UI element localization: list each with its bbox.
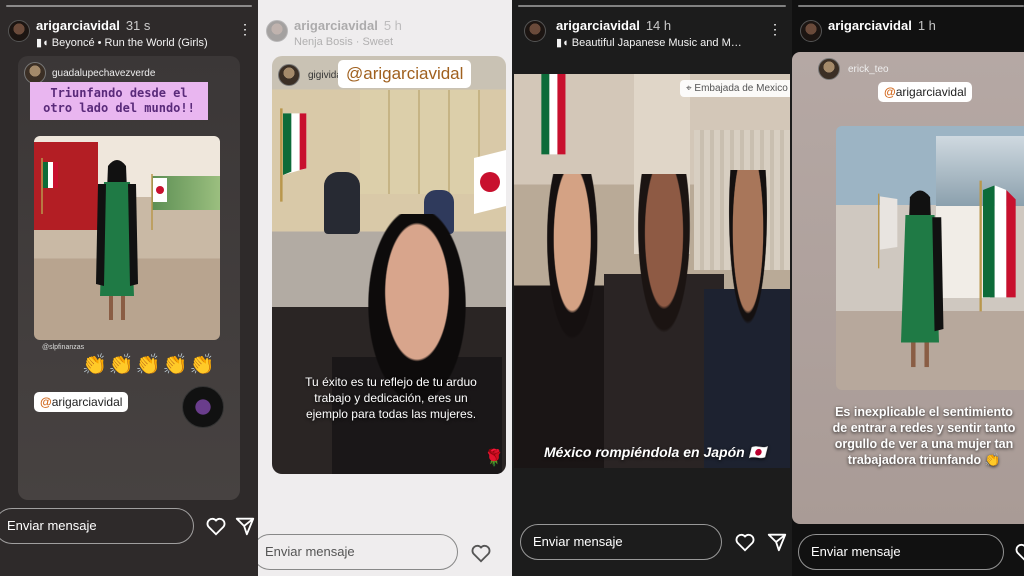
story-panel-4[interactable]: arigarciavidal 1 h erick_teo @arigarciavi… [792, 0, 1024, 576]
heart-icon[interactable] [470, 542, 492, 564]
repost-card: gigividal05 @arigarciavidal Tu éxito es … [272, 56, 506, 474]
person-right [704, 170, 790, 468]
repost-avatar[interactable] [818, 58, 840, 80]
caption-line-4: trabajadora triunfando 👏 [847, 453, 1001, 467]
username[interactable]: arigarciavidal [828, 18, 912, 33]
post-time: 5 h [383, 18, 402, 33]
mexico-flag-icon [979, 180, 1016, 312]
music-note-icon: ▮◖ [556, 37, 569, 49]
post-time: 1 h [917, 18, 936, 33]
story-caption: Tu éxito es tu reflejo de tu arduo traba… [305, 375, 477, 421]
heart-icon[interactable] [734, 531, 756, 553]
story-header: arigarciavidal 14 h ▮◖ Beautiful Japanese… [512, 10, 792, 54]
message-input[interactable]: Enviar mensaje [520, 524, 722, 560]
repost-username[interactable]: guadalupechavezverde [52, 68, 155, 79]
story-progress-bar [518, 5, 786, 7]
music-info[interactable]: Nenja Bosis · Sweet [294, 36, 393, 48]
username[interactable]: arigarciavidal [294, 18, 378, 33]
banner-line-1: Triunfando desde el [50, 86, 188, 100]
paper-plane-icon[interactable] [234, 515, 256, 537]
story-panel-2[interactable]: arigarciavidal 5 h Nenja Bosis · Sweet gi… [258, 0, 512, 576]
music-label: Beyoncé • Run the World (Girls) [51, 37, 208, 49]
office-photo [836, 126, 1024, 390]
music-note-icon: ▮◖ [36, 37, 49, 49]
repost-username[interactable]: erick_teo [848, 64, 889, 75]
slpfinanzas-tag[interactable]: @slpfinanzas [42, 344, 84, 351]
rose-emoji: 🌹 [484, 450, 504, 467]
location-label: Embajada de Mexico [694, 83, 788, 94]
mention-username: arigarciavidal [51, 395, 123, 409]
avatar[interactable] [800, 20, 822, 42]
repost-avatar[interactable] [24, 62, 46, 84]
mexico-flag-icon [41, 158, 58, 214]
heart-icon[interactable] [1014, 541, 1024, 563]
mention-username: arigarciavidal [895, 85, 967, 99]
location-pin-icon: ⌖ [686, 83, 692, 94]
at-icon: @ [40, 395, 52, 409]
more-vertical-icon[interactable]: ⋮ [238, 22, 252, 36]
message-input[interactable]: Enviar mensaje [258, 534, 458, 570]
gold-screen [360, 90, 480, 194]
avatar[interactable] [8, 20, 30, 42]
story-caption: Es inexplicable el sentimiento de entrar… [804, 404, 1024, 468]
banner-line-2: otro lado del mundo!! [43, 101, 195, 115]
post-time: 31 s [125, 18, 151, 33]
music-label: Beautiful Japanese Music and M… [571, 37, 742, 49]
caption-line-2: de entrar a redes y sentir tanto [832, 421, 1016, 435]
woman-selfie [332, 214, 502, 474]
username[interactable]: arigarciavidal [36, 18, 120, 33]
mexico-flag-icon [280, 108, 307, 202]
repost-avatar[interactable] [278, 64, 300, 86]
mention-sticker[interactable]: @arigarciavidal [338, 60, 472, 88]
at-icon: @ [884, 85, 896, 99]
avatar[interactable] [266, 20, 288, 42]
repost-card: erick_teo @arigarciavidal Es inexplicabl… [792, 52, 1024, 524]
music-info[interactable]: ▮◖ Beautiful Japanese Music and M… [556, 36, 742, 49]
story-panel-3[interactable]: arigarciavidal 14 h ▮◖ Beautiful Japanese… [512, 0, 792, 576]
caption-line-3: orgullo de ver a una mujer tan [834, 437, 1014, 451]
message-input[interactable]: Enviar mensaje [798, 534, 1004, 570]
message-input[interactable]: Enviar mensaje [0, 508, 194, 544]
story-caption: México rompiéndola en Japón 🇯🇵 [543, 444, 767, 460]
woman-figure [96, 160, 138, 320]
paper-plane-icon[interactable] [766, 531, 788, 553]
group-photo: ⌖ Embajada de Mexico México rompiéndola … [514, 74, 790, 468]
mention-sticker[interactable]: @arigarciavidal [34, 392, 129, 412]
username[interactable]: arigarciavidal [556, 18, 640, 33]
story-panel-1[interactable]: arigarciavidal 31 s ▮◖ Beyoncé • Run the … [0, 0, 258, 576]
mention-sticker[interactable]: @arigarciavidal [878, 82, 973, 102]
story-header: arigarciavidal 31 s ▮◖ Beyoncé • Run the … [0, 10, 258, 54]
story-progress-bar [798, 5, 1024, 7]
mexico-flag-icon [541, 74, 566, 155]
woman-figure [901, 190, 944, 368]
japan-flag-icon [151, 174, 167, 230]
repost-card: guadalupechavezverde Triunfando desde el… [18, 56, 240, 500]
caption-line-1: Es inexplicable el sentimiento [835, 405, 1013, 419]
story-banner: Triunfando desde el otro lado del mundo!… [30, 82, 208, 120]
music-label: Nenja Bosis · Sweet [294, 36, 394, 48]
avatar[interactable] [524, 20, 546, 42]
event-photo [34, 136, 220, 340]
music-sticker[interactable] [182, 386, 224, 428]
story-header: arigarciavidal 1 h [792, 10, 1024, 54]
post-time: 14 h [645, 18, 672, 33]
heart-icon[interactable] [205, 515, 227, 537]
location-sticker[interactable]: ⌖ Embajada de Mexico [680, 80, 790, 97]
music-info[interactable]: ▮◖ Beyoncé • Run the World (Girls) [36, 36, 208, 49]
story-progress-bar [6, 5, 252, 7]
more-vertical-icon[interactable]: ⋮ [768, 22, 782, 36]
story-header: arigarciavidal 5 h Nenja Bosis · Sweet [258, 10, 512, 54]
clap-emojis: 👏👏👏👏👏 [82, 354, 217, 376]
